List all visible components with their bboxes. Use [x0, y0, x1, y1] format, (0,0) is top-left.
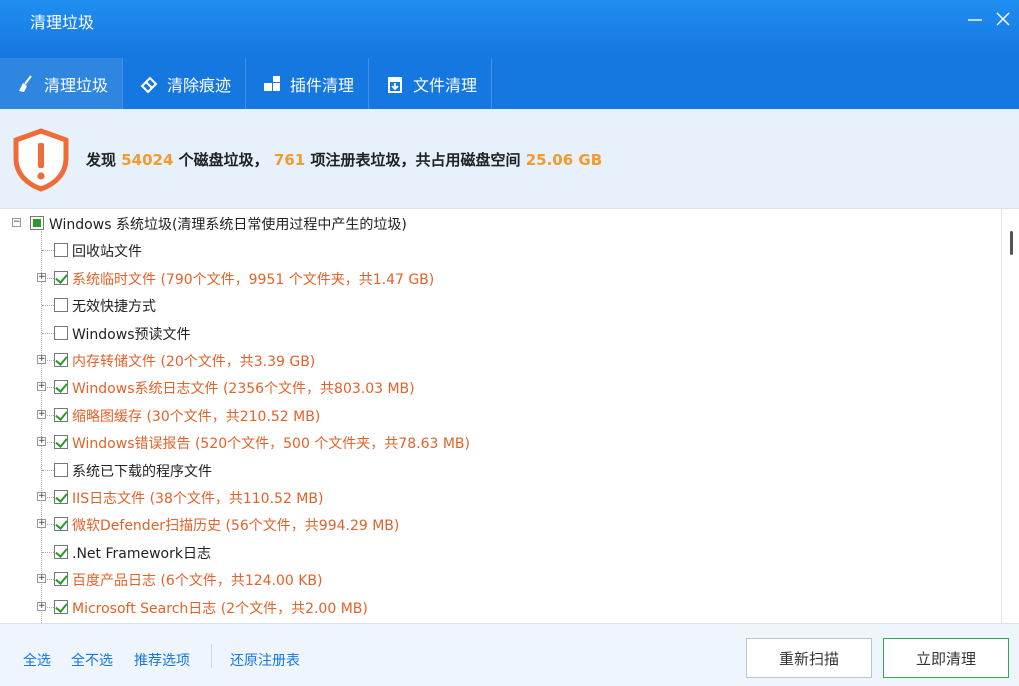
clean-now-button[interactable]: 立即清理	[883, 638, 1009, 678]
tab-label: 清理垃圾	[44, 75, 109, 95]
item-checkbox[interactable]	[54, 407, 68, 422]
tree-item-row[interactable]: .Net Framework日志	[0, 539, 1000, 566]
tab-plugin-cleanup[interactable]: 插件清理	[246, 58, 370, 109]
item-checkbox[interactable]	[54, 298, 68, 313]
expand-icon[interactable]: +	[37, 519, 46, 529]
tree-item-row[interactable]: + 百度产品日志 (6个文件，共124.00 KB)	[0, 566, 1000, 593]
footer-divider	[211, 644, 212, 668]
minimize-button[interactable]	[964, 8, 986, 30]
tree-connector	[42, 469, 54, 471]
title-bar: 清理垃圾	[0, 0, 1019, 58]
item-label: 系统临时文件 (790个文件，9951 个文件夹，共1.47 GB)	[72, 271, 435, 288]
tree-item-row[interactable]: + Windows错误报告 (520个文件，500 个文件夹，共78.63 MB)	[0, 429, 1000, 456]
scrollbar-thumb[interactable]	[1010, 231, 1013, 255]
tree-item-row[interactable]: Windows预读文件	[0, 320, 1000, 347]
item-checkbox[interactable]	[54, 353, 68, 367]
tree-item-row[interactable]: 回收站文件	[0, 237, 1000, 264]
tree-connector	[42, 551, 54, 553]
scan-summary: 发现 54024 个磁盘垃圾， 761 项注册表垃圾，共占用磁盘空间 25.06…	[0, 109, 1019, 209]
tab-clean-junk[interactable]: 清理垃圾	[0, 58, 124, 109]
tree-item-row[interactable]: + 微软Defender扫描历史 (56个文件，共994.29 MB)	[0, 511, 1000, 538]
disk-junk-count: 54024	[121, 151, 174, 169]
tree-item-row[interactable]: + 缩略图缓存 (30个文件，共210.52 MB)	[0, 402, 1000, 429]
expand-icon[interactable]: +	[37, 355, 46, 364]
item-label: 回收站文件	[72, 244, 142, 261]
tree-connector	[42, 332, 54, 334]
item-checkbox[interactable]	[54, 517, 68, 532]
tab-bar: 清理垃圾 清除痕迹 插件清理 文件清理	[0, 58, 1019, 109]
item-checkbox[interactable]	[54, 243, 68, 258]
item-label: Windows系统日志文件 (2356个文件，共803.03 MB)	[72, 381, 415, 398]
eraser-icon	[139, 74, 159, 94]
tree-scrollbar[interactable]	[1001, 209, 1019, 623]
plugin-icon	[262, 74, 282, 94]
total-size: 25.06 GB	[525, 151, 603, 169]
item-label: Microsoft Search日志 (2个文件，共2.00 MB)	[72, 600, 368, 617]
item-label: Windows错误报告 (520个文件，500 个文件夹，共78.63 MB)	[72, 436, 470, 453]
tab-label: 插件清理	[290, 75, 355, 95]
broom-icon	[16, 74, 36, 94]
item-label: 缩略图缓存 (30个文件，共210.52 MB)	[72, 408, 321, 425]
item-checkbox[interactable]	[54, 270, 68, 285]
item-checkbox[interactable]	[54, 435, 68, 450]
item-checkbox[interactable]	[54, 380, 68, 395]
warning-shield-icon	[13, 128, 69, 192]
tree-connector	[42, 250, 54, 252]
tree-item-row[interactable]: + 系统临时文件 (790个文件，9951 个文件夹，共1.47 GB)	[0, 265, 1000, 292]
tree-item-row[interactable]: + Microsoft Search日志 (2个文件，共2.00 MB)	[0, 594, 1000, 621]
registry-junk-count: 761	[273, 151, 306, 169]
close-icon	[996, 12, 1010, 26]
tree-item-row[interactable]: + Windows系统日志文件 (2356个文件，共803.03 MB)	[0, 374, 1000, 401]
item-checkbox[interactable]	[54, 490, 68, 504]
item-label: 微软Defender扫描历史 (56个文件，共994.29 MB)	[72, 518, 400, 535]
item-checkbox[interactable]	[54, 599, 68, 614]
item-checkbox[interactable]	[54, 462, 68, 477]
item-label: 百度产品日志 (6个文件，共124.00 KB)	[72, 573, 323, 590]
minimize-icon	[968, 19, 982, 21]
item-label: Windows预读文件	[72, 326, 191, 343]
tree-connector	[42, 305, 54, 307]
expand-icon[interactable]: +	[37, 409, 46, 419]
item-label: 无效快捷方式	[72, 299, 156, 316]
file-trash-icon	[385, 74, 405, 94]
item-checkbox[interactable]	[54, 572, 68, 587]
expand-icon[interactable]: +	[37, 574, 46, 584]
tab-label: 清除痕迹	[167, 75, 232, 95]
item-label: .Net Framework日志	[72, 545, 211, 562]
expand-icon[interactable]: +	[37, 601, 46, 611]
junk-tree: − Windows 系统垃圾(清理系统日常使用过程中产生的垃圾) 回收站文件 + 系统临…	[0, 209, 1001, 623]
item-label: 内存转储文件 (20个文件，共3.39 GB)	[72, 354, 316, 370]
rescan-button[interactable]: 重新扫描	[746, 638, 872, 678]
window-title: 清理垃圾	[30, 13, 95, 32]
recommended-link[interactable]: 推荐选项	[134, 650, 190, 670]
tab-clear-traces[interactable]: 清除痕迹	[123, 58, 247, 109]
tree-item-row[interactable]: 无效快捷方式	[0, 292, 1000, 319]
restore-registry-link[interactable]: 还原注册表	[230, 650, 300, 670]
close-button[interactable]	[992, 8, 1014, 30]
item-checkbox[interactable]	[54, 325, 68, 340]
summary-message: 发现 54024 个磁盘垃圾， 761 项注册表垃圾，共占用磁盘空间 25.06…	[86, 151, 603, 169]
item-checkbox[interactable]	[54, 544, 68, 559]
expand-icon[interactable]: +	[37, 492, 46, 501]
item-label: IIS日志文件 (38个文件，共110.52 MB)	[72, 491, 324, 507]
tab-label: 文件清理	[413, 75, 478, 95]
expand-icon[interactable]: +	[37, 382, 46, 392]
expand-icon[interactable]: +	[37, 437, 46, 447]
tree-item-row[interactable]: 系统已下载的程序文件	[0, 457, 1000, 484]
item-label: 系统已下载的程序文件	[72, 463, 212, 480]
select-none-link[interactable]: 全不选	[71, 650, 113, 670]
tree-item-row[interactable]: + 内存转储文件 (20个文件，共3.39 GB)	[0, 347, 1000, 374]
tab-file-cleanup[interactable]: 文件清理	[369, 58, 493, 109]
expand-icon[interactable]: +	[37, 272, 46, 282]
tree-item-row[interactable]: + IIS日志文件 (38个文件，共110.52 MB)	[0, 484, 1000, 511]
select-all-link[interactable]: 全选	[23, 650, 51, 670]
footer-bar: 全选 全不选 推荐选项 还原注册表 重新扫描 立即清理	[0, 623, 1019, 686]
